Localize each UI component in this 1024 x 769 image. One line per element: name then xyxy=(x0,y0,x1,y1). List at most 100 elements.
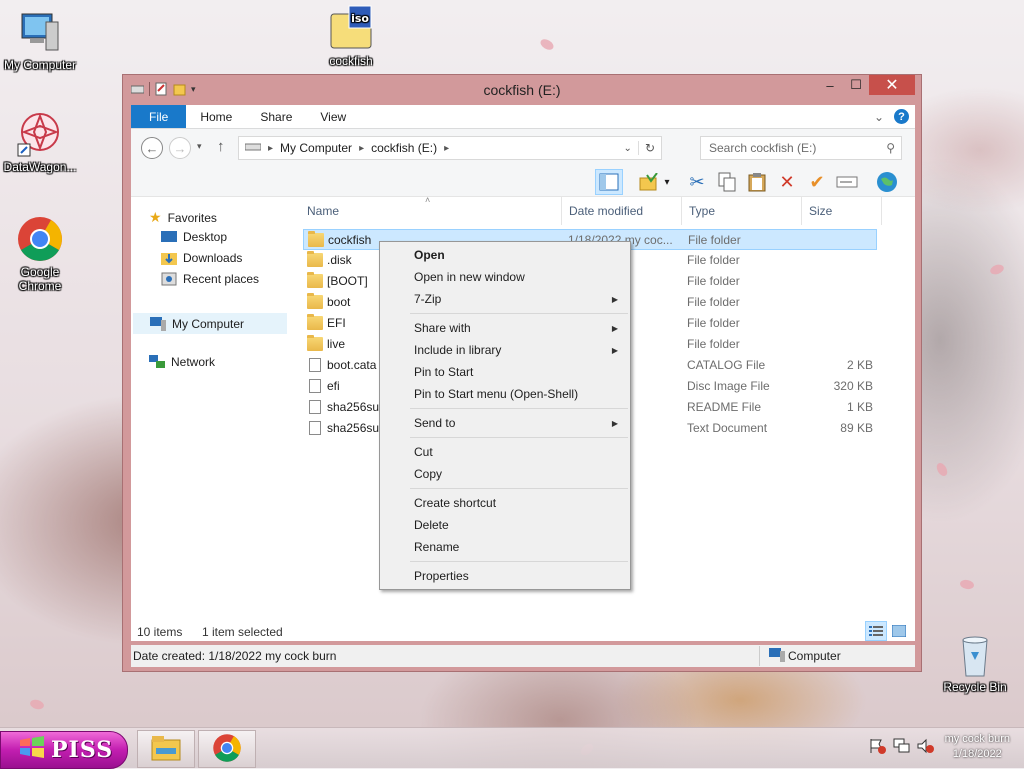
desktop-icon-cockfish-iso[interactable]: iso cockfish xyxy=(311,4,391,68)
column-divider[interactable] xyxy=(561,197,562,225)
menu-item-pin-start[interactable]: Pin to Start xyxy=(382,361,628,383)
nav-downloads[interactable]: Downloads xyxy=(161,251,242,265)
column-header-date[interactable]: Date modified xyxy=(569,204,643,218)
menu-item-include-library[interactable]: Include in library ▶ xyxy=(382,339,628,361)
breadcrumb-cockfish-drive[interactable]: cockfish (E:) xyxy=(367,141,441,155)
menu-item-properties[interactable]: Properties xyxy=(382,565,628,587)
file-type: Disc Image File xyxy=(687,379,770,393)
breadcrumb-separator[interactable]: ▸ xyxy=(265,143,276,154)
search-icon: ⚲ xyxy=(886,141,895,155)
network-status-icon[interactable] xyxy=(893,738,911,757)
select-all-check-icon[interactable]: ✔ xyxy=(803,169,831,195)
menu-item-cut[interactable]: Cut xyxy=(382,441,628,463)
nav-network[interactable]: Network xyxy=(149,355,215,369)
desktop-icon-google-chrome[interactable]: Google Chrome xyxy=(0,215,80,293)
details-bar: Date created: 1/18/2022 my cock burn Com… xyxy=(131,645,915,667)
back-button[interactable]: ← xyxy=(141,137,163,159)
taskbar-chrome[interactable] xyxy=(198,730,256,768)
item-count: 10 items xyxy=(137,625,183,639)
file-name: cockfish xyxy=(328,233,372,247)
copy-icon[interactable] xyxy=(713,169,741,195)
desktop-icon-my-computer[interactable]: My Computer xyxy=(0,8,80,72)
globe-icon[interactable] xyxy=(873,169,901,195)
desktop-icon-label: DataWagon... xyxy=(3,160,77,174)
menu-separator xyxy=(410,313,628,314)
menu-item-send-to[interactable]: Send to ▶ xyxy=(382,412,628,434)
file-name: [BOOT] xyxy=(327,274,368,288)
file-type: File folder xyxy=(687,253,740,267)
title-bar[interactable]: ▾ cockfish (E:) – ☐ ✕ xyxy=(123,75,921,105)
menu-item-7zip[interactable]: 7-Zip ▶ xyxy=(382,288,628,310)
rename-icon[interactable] xyxy=(833,169,861,195)
menu-item-create-shortcut[interactable]: Create shortcut xyxy=(382,492,628,514)
start-label: PISS xyxy=(51,737,114,763)
taskbar-file-explorer[interactable] xyxy=(137,730,195,768)
delete-icon[interactable]: ✕ xyxy=(773,169,801,195)
column-divider[interactable] xyxy=(681,197,682,225)
start-button[interactable]: PISS xyxy=(0,731,128,769)
menu-item-label: Create shortcut xyxy=(414,496,497,510)
drive-icon xyxy=(239,141,265,155)
tab-share[interactable]: Share xyxy=(246,105,306,128)
menu-item-open-new-window[interactable]: Open in new window xyxy=(382,266,628,288)
submenu-arrow-icon: ▶ xyxy=(611,345,618,355)
nav-desktop[interactable]: Desktop xyxy=(161,230,227,244)
paste-icon[interactable] xyxy=(743,169,771,195)
search-input[interactable]: Search cockfish (E:) ⚲ xyxy=(700,136,902,160)
volume-muted-icon[interactable] xyxy=(917,738,935,757)
menu-item-delete[interactable]: Delete xyxy=(382,514,628,536)
menu-separator xyxy=(410,408,628,409)
refresh-icon[interactable]: ↻ xyxy=(637,141,661,155)
svg-text:iso: iso xyxy=(351,12,369,25)
menu-item-label: Rename xyxy=(414,540,460,554)
recent-places-icon xyxy=(161,272,177,286)
cut-icon[interactable]: ✂ xyxy=(683,169,711,195)
forward-button[interactable]: → xyxy=(169,137,191,159)
help-icon[interactable]: ? xyxy=(894,109,909,124)
tab-home[interactable]: Home xyxy=(186,105,246,128)
file-type: File folder xyxy=(687,274,740,288)
recycle-bin-icon xyxy=(951,630,999,678)
clock-line-1: my cock burn xyxy=(944,733,1010,745)
menu-item-copy[interactable]: Copy xyxy=(382,463,628,485)
address-history-chevron-icon[interactable]: ⌄ xyxy=(618,143,638,154)
menu-item-rename[interactable]: Rename xyxy=(382,536,628,558)
column-header-name[interactable]: Name xyxy=(307,204,339,218)
column-divider[interactable] xyxy=(881,197,882,225)
file-name: .disk xyxy=(327,253,352,267)
minimize-button[interactable]: – xyxy=(817,75,843,95)
column-header-size[interactable]: Size xyxy=(809,204,832,218)
breadcrumb-my-computer[interactable]: My Computer xyxy=(276,141,356,155)
clock[interactable]: my cock burn 1/18/2022 xyxy=(941,732,1024,762)
folder-icon xyxy=(308,231,324,247)
menu-item-open[interactable]: Open xyxy=(382,244,628,266)
folder-options-chevron-icon[interactable]: ▾ xyxy=(659,169,675,195)
nav-recent-places[interactable]: Recent places xyxy=(161,272,259,286)
action-center-flag-icon[interactable] xyxy=(869,738,887,757)
wallpaper-petal xyxy=(934,461,950,478)
menu-item-pin-start-menu[interactable]: Pin to Start menu (Open-Shell) xyxy=(382,383,628,405)
expand-ribbon-chevron-icon[interactable]: ⌄ xyxy=(874,110,884,124)
address-bar[interactable]: ▸ My Computer ▸ cockfish (E:) ▸ ⌄ ↻ xyxy=(238,136,662,160)
large-icons-view-icon[interactable] xyxy=(889,623,909,639)
nav-my-computer[interactable]: My Computer xyxy=(133,313,287,334)
column-divider[interactable] xyxy=(801,197,802,225)
desktop-icon-recycle-bin[interactable]: Recycle Bin xyxy=(935,630,1015,694)
menu-item-share-with[interactable]: Share with ▶ xyxy=(382,317,628,339)
maximize-button[interactable]: ☐ xyxy=(843,75,869,95)
close-button[interactable]: ✕ xyxy=(869,75,915,95)
tab-file[interactable]: File xyxy=(131,105,187,128)
file-name: sha256sur xyxy=(327,400,384,414)
breadcrumb-separator[interactable]: ▸ xyxy=(441,143,452,154)
nav-favorites[interactable]: ★ Favorites xyxy=(149,209,217,226)
column-header-type[interactable]: Type xyxy=(689,204,715,218)
tab-view[interactable]: View xyxy=(306,105,360,128)
address-row: ← → ▾ ↑ ▸ My Computer ▸ cockfish (E:) ▸ … xyxy=(131,129,915,167)
up-button[interactable]: ↑ xyxy=(217,138,225,155)
breadcrumb-separator[interactable]: ▸ xyxy=(356,143,367,154)
file-name: efi xyxy=(327,379,340,393)
desktop-icon-datawagon[interactable]: DataWagon... xyxy=(0,110,80,174)
details-view-icon[interactable] xyxy=(865,621,887,641)
preview-pane-button[interactable] xyxy=(595,169,623,195)
recent-locations-chevron-icon[interactable]: ▾ xyxy=(197,141,202,152)
